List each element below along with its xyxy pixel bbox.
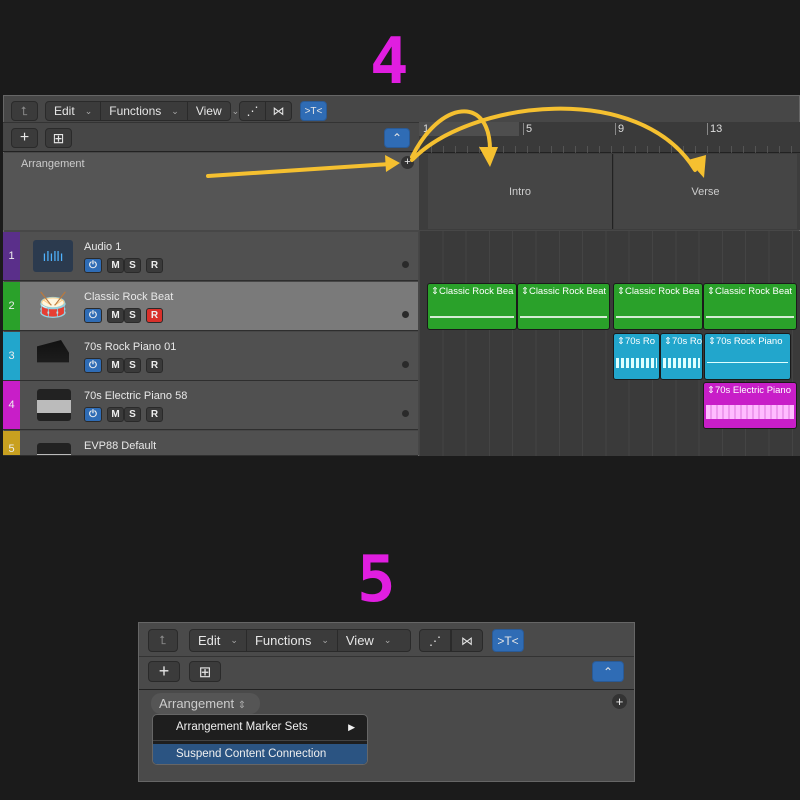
menu-item-label: Suspend Content Connection (176, 748, 327, 760)
edit-label: Edit (198, 633, 221, 648)
duplicate-track-button[interactable]: ⊞ (189, 661, 221, 682)
global-tracks-button[interactable]: ⌃ (592, 661, 624, 682)
arrowhead-icon (479, 147, 498, 167)
edit-menu[interactable]: Edit ⌄ (190, 630, 247, 651)
arrowhead-icon (385, 155, 400, 172)
chevron-down-icon: ⌄ (230, 635, 238, 645)
view-label: View (345, 633, 374, 648)
menu-item-arrangement-marker-sets[interactable]: Arrangement Marker Sets ▶ (153, 717, 367, 737)
updown-icon: ⇕ (237, 700, 247, 711)
menu-item-label: Arrangement Marker Sets (176, 721, 308, 733)
add-marker-button[interactable]: + (612, 694, 627, 709)
menu-group: Edit ⌄ Functions ⌄ View ⌄ (189, 629, 411, 652)
flex-button[interactable]: ⋈ (451, 629, 483, 652)
context-menu: Arrangement Marker Sets ▶ Suspend Content… (152, 714, 368, 765)
functions-label: Functions (254, 633, 312, 648)
chevron-down-icon: ⌄ (321, 635, 329, 645)
menu-item-suspend-content-connection[interactable]: Suspend Content Connection (153, 744, 367, 764)
automation-button[interactable]: ⋰ (419, 629, 451, 652)
arrow-to-add-button (206, 162, 392, 178)
catch-button[interactable]: >T< (492, 629, 524, 652)
add-track-button[interactable]: + (148, 661, 180, 682)
arrangement-label: Arrangement (159, 696, 235, 711)
functions-menu[interactable]: Functions ⌄ (247, 630, 338, 651)
chevron-down-icon: ⌄ (383, 635, 392, 645)
arrow-to-verse (410, 106, 697, 172)
submenu-arrow-icon: ▶ (348, 721, 355, 732)
view-menu[interactable]: View ⌄ (338, 630, 400, 651)
arrangement-set-selector[interactable]: Arrangement ⇕ (151, 693, 260, 714)
back-button[interactable]: ⮤ (148, 629, 178, 652)
